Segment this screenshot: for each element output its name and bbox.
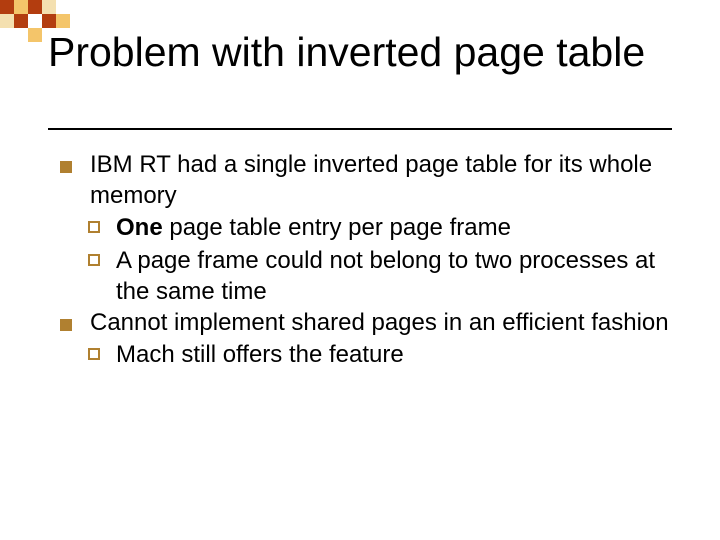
decor-square [28, 0, 42, 14]
bullet-text: Cannot implement shared pages in an effi… [90, 309, 669, 336]
decor-square [0, 14, 14, 28]
decor-square [0, 0, 14, 14]
slide-body: IBM RT had a single inverted page table … [60, 150, 680, 371]
sub-bullet-lead: Mach [116, 341, 175, 368]
hollow-square-bullet-icon [88, 221, 100, 233]
sub-bullet-text: Mach still offers the feature [116, 341, 404, 368]
sub-bullet-lead: A [116, 247, 131, 274]
slide-title: Problem with inverted page table [48, 30, 696, 74]
bullet-text: IBM RT had a single inverted page table … [90, 151, 652, 209]
hollow-square-bullet-icon [88, 254, 100, 266]
sub-bullet-lead: One [116, 214, 163, 241]
bullet-level1: IBM RT had a single inverted page table … [60, 150, 680, 211]
square-bullet-icon [60, 161, 72, 173]
bullet-level2: One page table entry per page frame [60, 213, 680, 244]
sub-bullet-text: A page frame could not belong to two pro… [116, 247, 655, 305]
sub-bullet-text: One page table entry per page frame [116, 214, 511, 241]
decor-square [14, 14, 28, 28]
sub-bullet-rest: page table entry per page frame [163, 214, 511, 241]
bullet-level2: A page frame could not belong to two pro… [60, 246, 680, 307]
hollow-square-bullet-icon [88, 348, 100, 360]
decor-square [56, 14, 70, 28]
decor-square [28, 28, 42, 42]
bullet-level2: Mach still offers the feature [60, 340, 680, 371]
bullet-level1: Cannot implement shared pages in an effi… [60, 308, 680, 339]
title-underline [48, 128, 672, 130]
decor-square [42, 14, 56, 28]
square-bullet-icon [60, 319, 72, 331]
sub-bullet-rest: page frame could not belong to two proce… [116, 247, 655, 305]
decor-square [14, 0, 28, 14]
decor-square [42, 0, 56, 14]
sub-bullet-rest: still offers the feature [175, 341, 404, 368]
